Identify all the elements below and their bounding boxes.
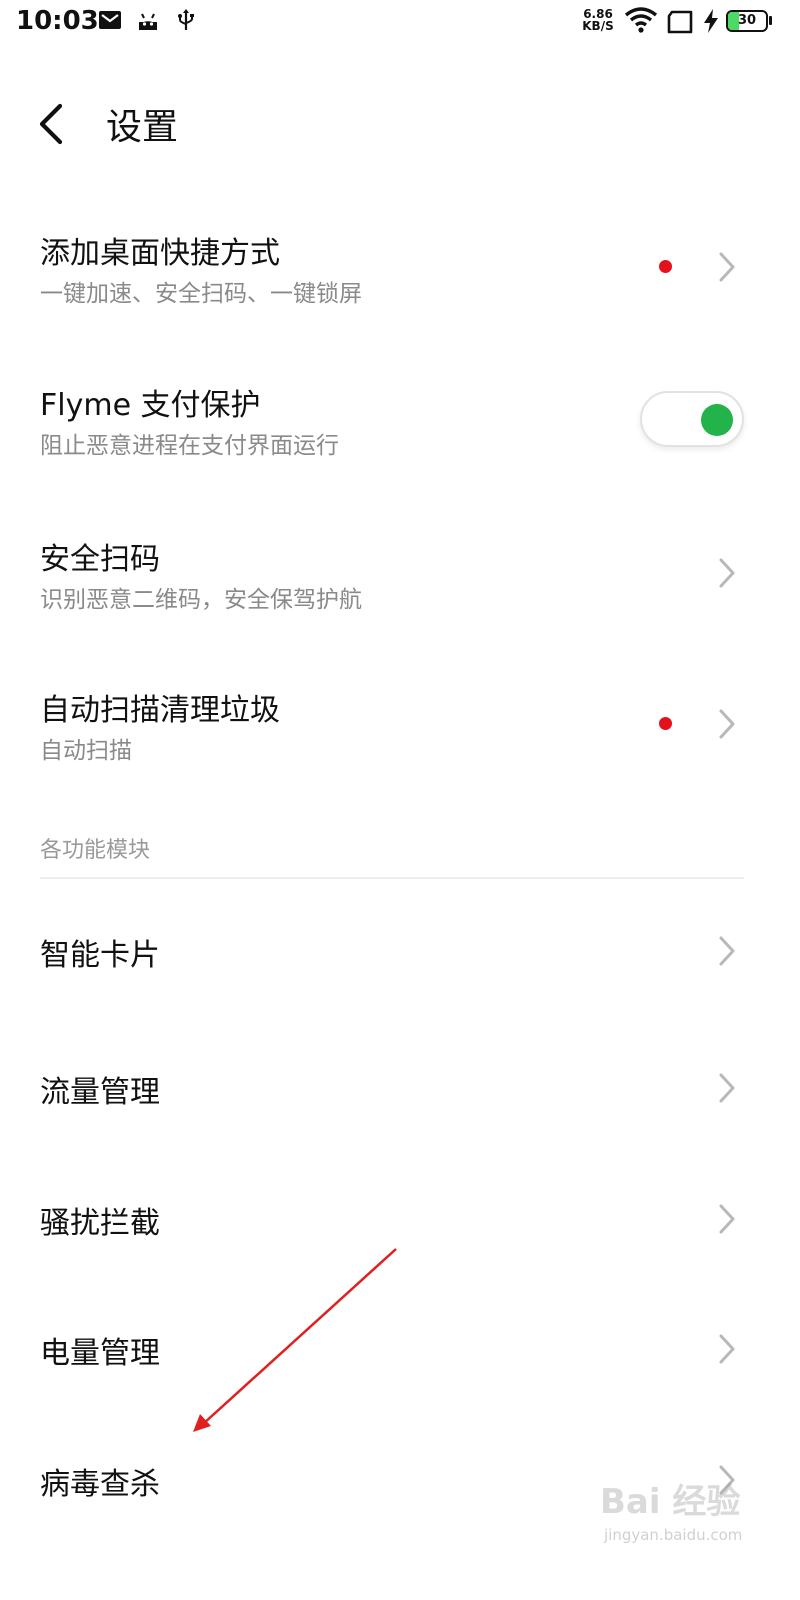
- sim-icon: [667, 10, 693, 34]
- item-title: 流量管理: [40, 1075, 160, 1110]
- network-speed-unit: KB/S: [582, 19, 614, 33]
- section-header: 各功能模块: [40, 838, 151, 863]
- notification-icons: [98, 8, 198, 32]
- watermark-brand: Bai 经验: [600, 1482, 741, 1522]
- module-item-smart-card[interactable]: 智能卡片: [0, 900, 784, 1000]
- item-title: 自动扫描清理垃圾: [40, 693, 280, 728]
- android-icon: [139, 13, 157, 30]
- app-header: 设置: [0, 88, 784, 160]
- charging-icon: [704, 9, 718, 33]
- item-title: 安全扫码: [40, 542, 160, 577]
- chevron-right-icon: [719, 709, 735, 739]
- item-subtitle: 自动扫描: [40, 738, 132, 764]
- chevron-right-icon: [719, 1204, 735, 1234]
- section-divider: [40, 877, 744, 879]
- network-speed: 6.86 KB/S: [578, 8, 618, 32]
- settings-item-desktop-shortcut[interactable]: 添加桌面快捷方式 一键加速、安全扫码、一键锁屏: [0, 210, 784, 330]
- status-bar: 10:03 6.86 KB/S 30: [0, 0, 784, 44]
- item-title: 添加桌面快捷方式: [40, 236, 280, 271]
- wifi-icon: [624, 7, 658, 33]
- payment-protection-toggle[interactable]: [640, 391, 744, 447]
- module-item-battery-management[interactable]: 电量管理: [0, 1298, 784, 1398]
- item-title: Flyme 支付保护: [40, 388, 261, 423]
- usb-icon: [178, 9, 194, 30]
- chevron-right-icon: [719, 1334, 735, 1364]
- item-title: 骚扰拦截: [40, 1206, 160, 1241]
- chevron-right-icon: [719, 936, 735, 966]
- new-badge-dot: [659, 260, 672, 273]
- module-item-spam-block[interactable]: 骚扰拦截: [0, 1168, 784, 1268]
- settings-item-auto-clean[interactable]: 自动扫描清理垃圾 自动扫描: [0, 667, 784, 787]
- chevron-right-icon: [719, 252, 735, 282]
- watermark: Bai 经验 jingyan.baidu.com: [600, 1474, 770, 1558]
- item-title: 电量管理: [40, 1336, 160, 1371]
- module-item-data-usage[interactable]: 流量管理: [0, 1037, 784, 1137]
- item-subtitle: 一键加速、安全扫码、一键锁屏: [40, 281, 362, 307]
- back-arrow-icon[interactable]: [30, 98, 74, 150]
- item-subtitle: 阻止恶意进程在支付界面运行: [40, 433, 339, 459]
- battery-cap: [769, 16, 772, 25]
- settings-screen: 10:03 6.86 KB/S 30 设置 添加桌面快捷方式 一键加速、安全扫码…: [0, 0, 784, 1568]
- status-time: 10:03: [16, 6, 99, 36]
- mail-icon: [99, 11, 121, 29]
- item-subtitle: 识别恶意二维码，安全保驾护航: [40, 587, 362, 613]
- page-title: 设置: [106, 107, 179, 148]
- watermark-url: jingyan.baidu.com: [604, 1526, 743, 1544]
- item-title: 病毒查杀: [40, 1467, 160, 1502]
- chevron-right-icon: [719, 558, 735, 588]
- toggle-knob: [701, 404, 733, 436]
- item-title: 智能卡片: [40, 938, 160, 973]
- battery-percent: 30: [737, 13, 757, 28]
- settings-item-safe-scan[interactable]: 安全扫码 识别恶意二维码，安全保驾护航: [0, 516, 784, 636]
- chevron-right-icon: [719, 1073, 735, 1103]
- battery-icon: 30: [726, 10, 768, 32]
- new-badge-dot: [659, 717, 672, 730]
